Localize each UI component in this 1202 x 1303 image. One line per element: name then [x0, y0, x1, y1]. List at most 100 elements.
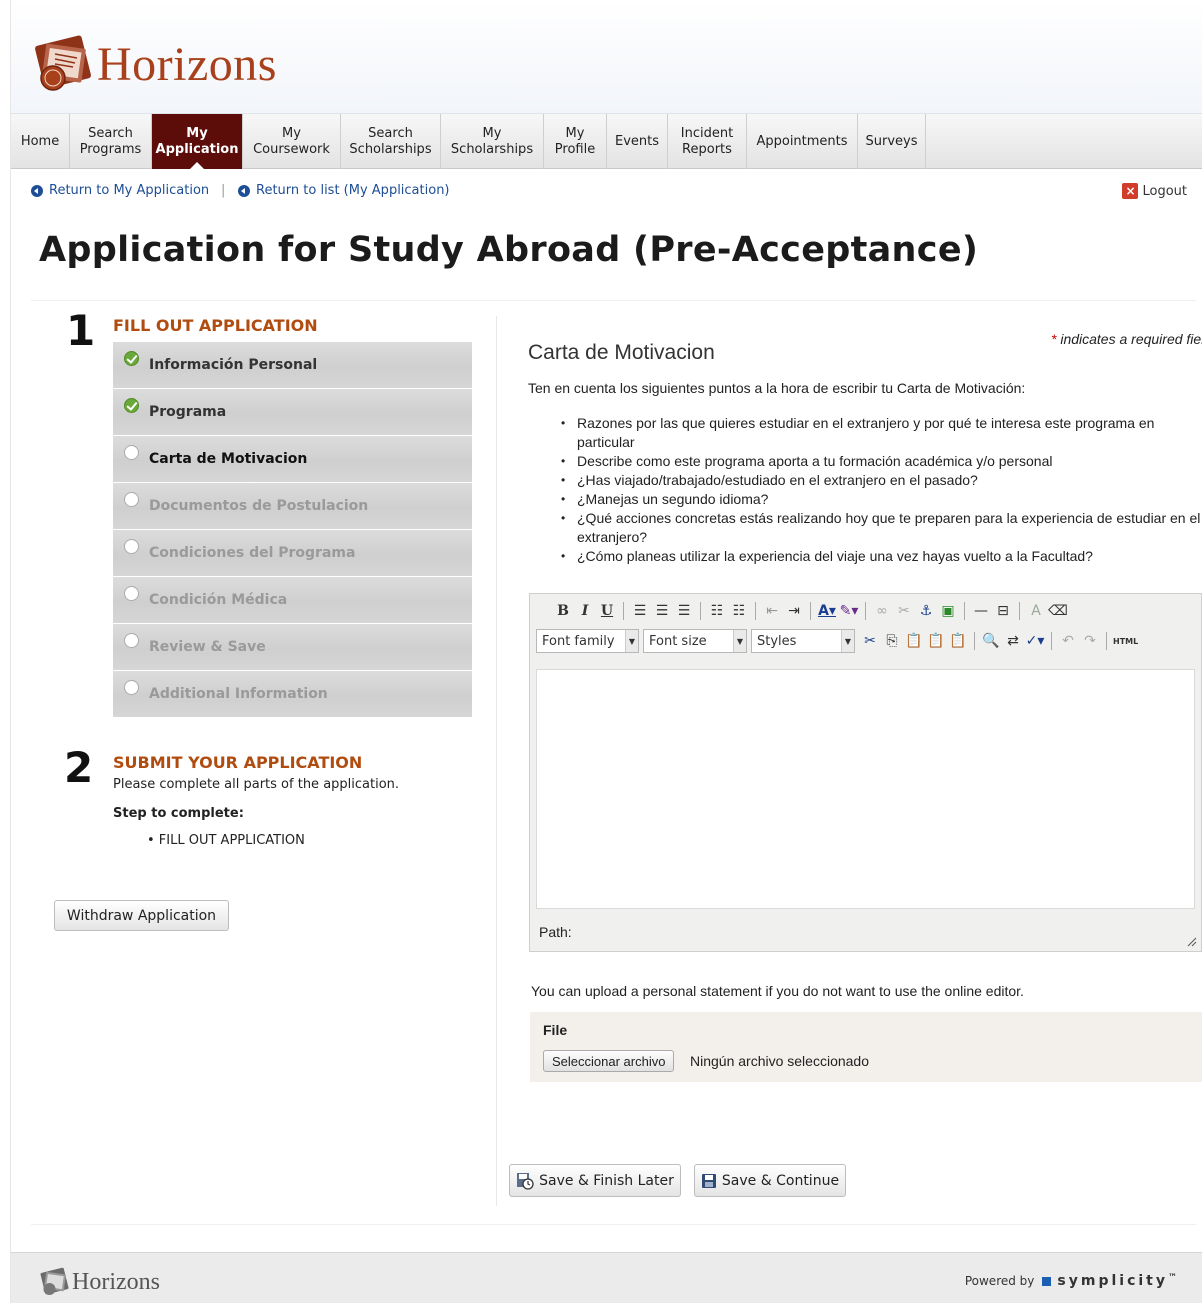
step-item-label: Review & Save	[149, 639, 266, 655]
replace-icon[interactable]: ⇄	[1003, 630, 1023, 652]
section-title: Carta de Motivacion	[528, 341, 715, 364]
file-label: File	[543, 1022, 568, 1038]
save-finish-later-button[interactable]: Save & Finish Later	[509, 1164, 681, 1197]
breadcrumb-separator: |	[221, 183, 226, 198]
step-item-condicion-medica[interactable]: Condición Médica	[113, 577, 472, 624]
site-logo[interactable]: Horizons	[33, 34, 277, 94]
bold-icon[interactable]: B	[553, 600, 573, 622]
editor-content-area[interactable]	[536, 669, 1195, 909]
empty-circle-icon	[124, 680, 139, 695]
unlink-icon[interactable]: ✂	[894, 600, 914, 622]
editor-path-label: Path:	[539, 924, 572, 940]
step-2-number: 2	[64, 743, 94, 792]
required-note-text: indicates a required field	[1056, 331, 1202, 347]
cleanup-icon[interactable]: A	[1026, 600, 1046, 622]
step-item-condiciones[interactable]: Condiciones del Programa	[113, 530, 472, 577]
powered-by[interactable]: Powered by symplicity ™	[965, 1273, 1177, 1289]
step-to-complete-label: Step to complete:	[113, 806, 244, 821]
paste-text-icon[interactable]: 📋	[926, 630, 946, 652]
font-size-value: Font size	[649, 633, 707, 649]
align-left-icon[interactable]: ☰	[630, 600, 650, 622]
nav-search-programs[interactable]: Search Programs	[70, 114, 152, 169]
nav-home[interactable]: Home	[11, 114, 70, 169]
nav-appointments[interactable]: Appointments	[747, 114, 858, 169]
styles-select[interactable]: Styles ▼	[751, 629, 855, 653]
page-break-icon[interactable]: ⊟	[993, 600, 1013, 622]
step-item-label: Programa	[149, 404, 227, 420]
horizontal-rule-icon[interactable]: —	[971, 600, 991, 622]
check-circle-icon	[124, 398, 139, 413]
font-family-select[interactable]: Font family ▼	[536, 629, 639, 653]
footer-logo[interactable]: Horizons	[39, 1267, 160, 1297]
list-item: ¿Has viajado/trabajado/estudiado en el e…	[561, 471, 1202, 490]
step-item-additional-information[interactable]: Additional Information	[113, 671, 472, 718]
return-to-list-link[interactable]: Return to list (My Application)	[238, 183, 450, 198]
logout-link[interactable]: × Logout	[1122, 183, 1187, 199]
save-continue-button[interactable]: Save & Continue	[694, 1164, 846, 1197]
italic-icon[interactable]: I	[575, 600, 595, 622]
editor-toolbar-row-2: Font family ▼ Font size ▼ Styles ▼ ✂ ⎘ 📋 📋 …	[536, 628, 1139, 654]
copy-icon[interactable]: ⎘	[882, 630, 902, 652]
step-item-carta-de-motivacion[interactable]: Carta de Motivacion	[113, 436, 472, 483]
back-arrow-icon	[238, 184, 250, 197]
redo-icon[interactable]: ↷	[1080, 630, 1100, 652]
list-item: ¿Qué acciones concretas estás realizando…	[561, 509, 1202, 547]
nav-incident-reports[interactable]: Incident Reports	[668, 114, 747, 169]
indent-icon[interactable]: ⇥	[784, 600, 804, 622]
nav-my-application[interactable]: My Application	[152, 114, 243, 169]
step-item-label: Información Personal	[149, 357, 318, 373]
step-item-documentos[interactable]: Documentos de Postulacion	[113, 483, 472, 530]
bullet-list-icon[interactable]: ☷	[707, 600, 727, 622]
font-family-value: Font family	[542, 633, 615, 649]
step-item-review-save[interactable]: Review & Save	[113, 624, 472, 671]
withdraw-application-button[interactable]: Withdraw Application	[54, 900, 229, 931]
eraser-icon[interactable]: ⌫	[1048, 600, 1068, 622]
paste-icon[interactable]: 📋	[904, 630, 924, 652]
nav-my-coursework[interactable]: My Coursework	[243, 114, 341, 169]
numbered-list-icon[interactable]: ☷	[729, 600, 749, 622]
brand-name: Horizons	[97, 37, 277, 91]
step-1-title: FILL OUT APPLICATION	[113, 316, 318, 335]
font-size-select[interactable]: Font size ▼	[643, 629, 747, 653]
file-upload-box: File Seleccionar archivo Ningún archivo …	[530, 1012, 1202, 1082]
align-right-icon[interactable]: ☰	[674, 600, 694, 622]
nav-search-scholarships[interactable]: Search Scholarships	[341, 114, 441, 169]
choose-file-button[interactable]: Seleccionar archivo	[543, 1050, 675, 1072]
instructions-list: Razones por las que quieres estudiar en …	[561, 414, 1202, 566]
page-title: Application for Study Abroad (Pre-Accept…	[39, 230, 979, 270]
html-source-icon[interactable]: HTML	[1113, 630, 1138, 652]
align-center-icon[interactable]: ☰	[652, 600, 672, 622]
nav-events[interactable]: Events	[607, 114, 668, 169]
image-icon[interactable]: ▣	[938, 600, 958, 622]
outdent-icon[interactable]: ⇤	[762, 600, 782, 622]
nav-my-scholarships[interactable]: My Scholarships	[441, 114, 544, 169]
resize-handle-icon[interactable]	[1187, 937, 1197, 947]
list-item: Describe como este programa aporta a tu …	[561, 452, 1202, 471]
styles-value: Styles	[757, 633, 797, 649]
toolbar-separator	[1051, 632, 1052, 650]
nav-my-profile[interactable]: My Profile	[544, 114, 607, 169]
chevron-down-icon: ▼	[733, 630, 746, 652]
spellcheck-icon[interactable]: ✓▾	[1025, 630, 1045, 652]
return-to-application-link[interactable]: Return to My Application	[31, 183, 209, 198]
toolbar-separator	[974, 632, 975, 650]
site-header: Horizons	[11, 0, 1202, 114]
step-item-informacion-personal[interactable]: Información Personal	[113, 342, 472, 389]
highlight-color-icon[interactable]: ✎▾	[839, 600, 859, 622]
cut-icon[interactable]: ✂	[860, 630, 880, 652]
find-icon[interactable]: 🔍	[981, 630, 1001, 652]
step-item-programa[interactable]: Programa	[113, 389, 472, 436]
chevron-down-icon: ▼	[841, 630, 854, 652]
nav-surveys[interactable]: Surveys	[858, 114, 926, 169]
paste-word-icon[interactable]: 📋	[948, 630, 968, 652]
return-to-application-label: Return to My Application	[49, 183, 210, 198]
anchor-icon[interactable]: ⚓	[916, 600, 936, 622]
list-item: ¿Cómo planeas utilizar la experiencia de…	[561, 547, 1202, 566]
empty-circle-icon	[124, 586, 139, 601]
link-icon[interactable]: ∞	[872, 600, 892, 622]
toolbar-separator	[810, 602, 811, 620]
undo-icon[interactable]: ↶	[1058, 630, 1078, 652]
text-color-icon[interactable]: A▾	[817, 600, 837, 622]
underline-icon[interactable]: U	[597, 600, 617, 622]
main-nav: Home Search Programs My Application My C…	[11, 114, 1202, 169]
